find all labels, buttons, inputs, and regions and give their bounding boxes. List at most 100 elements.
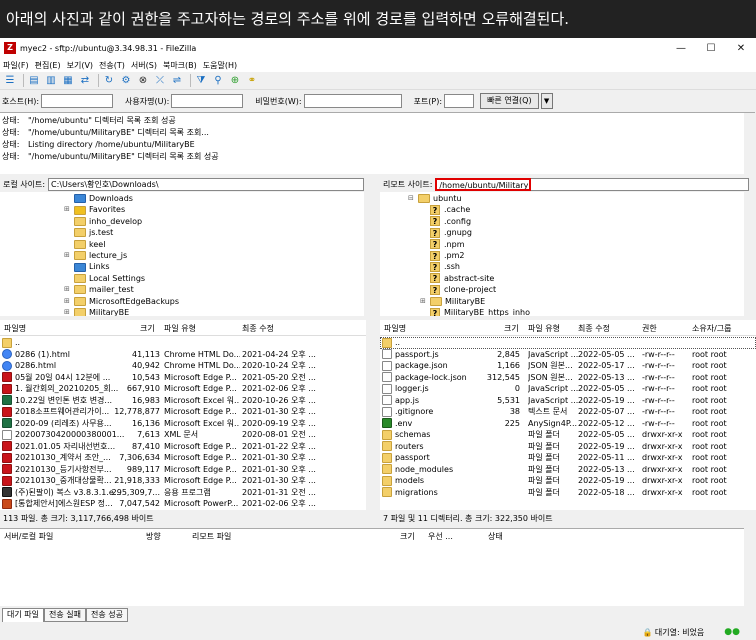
file-row[interactable]: 20210130_계약서 조안_... 7,306,634 Microsoft Ed… (0, 452, 366, 464)
process-queue-icon[interactable]: ⚙ (119, 74, 133, 88)
file-row[interactable]: passport.js 2,845 JavaScript ... 2022-05-05… (380, 349, 756, 361)
file-row[interactable]: models 파일 폴더 2022-05-19 ... drwxr-xr-x root … (380, 475, 756, 487)
filter-icon[interactable]: ⧩ (194, 74, 208, 88)
file-row[interactable]: passport 파일 폴더 2022-05-11 ... drwxr-xr-x roo… (380, 452, 756, 464)
queue-scrollbar[interactable] (744, 528, 755, 606)
close-button[interactable]: ✕ (726, 43, 756, 54)
column-header-type[interactable]: 파일 유형 (528, 323, 560, 334)
tree-item[interactable]: ⊞ MilitaryBE (420, 296, 485, 307)
menu-item-1[interactable]: 편집(E) (32, 60, 64, 71)
remote-tree-scrollbar[interactable] (744, 192, 755, 316)
file-row[interactable]: 1. 월간회의_20210205_회... 667,910 Microsoft Ed… (0, 383, 366, 395)
minimize-button[interactable]: — (666, 43, 696, 54)
remote-site-path[interactable]: /home/ubuntu/MilitaryBE (435, 177, 532, 191)
file-row[interactable]: package-lock.json 312,545 JSON 원본... 2022-0… (380, 372, 756, 384)
local-tree-scrollbar[interactable] (364, 192, 375, 316)
queue-tab[interactable]: 전송 실패 (43, 608, 86, 622)
tree-item[interactable]: ⊞ MilitaryBE (64, 307, 129, 316)
file-row[interactable]: .env 225 AnySign4P... 2022-05-12 ... -rw-r--… (380, 418, 756, 430)
site-manager-icon[interactable]: ☰ (3, 74, 17, 88)
column-header-name[interactable]: 파일명 (384, 323, 406, 334)
password-input[interactable] (303, 94, 402, 108)
port-input[interactable] (444, 94, 475, 108)
host-input[interactable] (41, 94, 114, 108)
tree-item[interactable]: Downloads (64, 193, 133, 204)
file-row[interactable]: .. (380, 337, 756, 349)
username-input[interactable] (171, 94, 244, 108)
file-row[interactable]: node_modules 파일 폴더 2022-05-13 ... drwxr-xr-… (380, 464, 756, 476)
file-row[interactable]: 05월 20일 04시 12분에 ... 10,543 Microsoft Edge… (0, 372, 366, 384)
tree-item[interactable]: ? .pm2 (420, 250, 465, 261)
file-row[interactable]: 20210130_중개대상물확... 21,918,333 Microsoft Ed… (0, 475, 366, 487)
remote-site-path-dropdown[interactable] (531, 177, 750, 191)
expand-icon[interactable]: ⊞ (420, 296, 428, 307)
tree-item[interactable]: js.test (64, 227, 113, 238)
file-row[interactable]: (주)된팔이) 복스 v3.8.3.1.e... 295,309,7... 응용 프… (0, 487, 366, 499)
compare-icon[interactable]: ⚲ (211, 74, 225, 88)
cancel-icon[interactable]: ⊗ (136, 74, 150, 88)
reconnect-icon[interactable]: ⇌ (170, 74, 184, 88)
menu-item-5[interactable]: 북마크(B) (160, 60, 200, 71)
file-row[interactable]: 20210130_등기사항전부... 989,117 Microsoft Edge … (0, 464, 366, 476)
expand-icon[interactable]: ⊞ (64, 307, 72, 316)
tree-item[interactable]: ⊞ mailer_test (64, 284, 134, 295)
menu-item-6[interactable]: 도움말(H) (200, 60, 240, 71)
column-header-modified[interactable]: 최종 수정 (242, 323, 274, 334)
expand-icon[interactable]: ⊞ (64, 250, 72, 261)
expand-icon[interactable]: ⊞ (64, 296, 72, 307)
tree-item[interactable]: ? .cache (420, 204, 470, 216)
file-row[interactable]: 0286 (1).html 41,113 Chrome HTML Do... 2021… (0, 349, 366, 361)
file-row[interactable]: 20200730420000380001... 7,613 XML 문서 2020-0… (0, 429, 366, 441)
queue-column-header[interactable]: 서버/로컬 파일 (4, 531, 53, 542)
menu-item-4[interactable]: 서버(S) (128, 60, 160, 71)
sync-browse-icon[interactable]: ⊕ (228, 74, 242, 88)
expand-icon[interactable]: ⊞ (64, 204, 72, 215)
tree-item[interactable]: ? clone-project (420, 284, 496, 295)
file-row[interactable]: routers 파일 폴더 2022-05-19 ... drwxr-xr-x root… (380, 441, 756, 453)
queue-tab[interactable]: 전송 성공 (85, 608, 128, 622)
file-row[interactable]: 2018소프트웨어관리가이... 12,778,877 Microsoft Edge… (0, 406, 366, 418)
expand-icon[interactable]: ⊟ (408, 193, 416, 204)
quickconnect-dropdown[interactable]: ▼ (540, 93, 553, 109)
menu-item-3[interactable]: 전송(T) (96, 60, 128, 71)
column-header-type[interactable]: 파일 유형 (164, 323, 196, 334)
queue-column-header[interactable]: 상태 (488, 531, 503, 542)
column-header-owner[interactable]: 소유자/그룹 (692, 323, 732, 334)
tree-item[interactable]: ? abstract-site (420, 273, 494, 284)
tree-item[interactable]: keel (64, 239, 105, 250)
queue-tab[interactable]: 대기 파일 (2, 608, 44, 622)
maximize-button[interactable]: ☐ (696, 43, 726, 54)
tree-item[interactable]: ? .gnupg (420, 227, 472, 238)
menu-item-0[interactable]: 파일(F) (0, 60, 32, 71)
refresh-icon[interactable]: ↻ (102, 74, 116, 88)
local-list-scrollbar[interactable] (366, 320, 377, 510)
tree-item[interactable]: ? .config (420, 216, 471, 227)
file-row[interactable]: .gitignore 38 텍스트 문서 2022-05-07 ... -rw-r--r… (380, 406, 756, 418)
tree-item[interactable]: Local Settings (64, 273, 145, 284)
queue-column-header[interactable]: 방향 (146, 531, 161, 542)
queue-column-header[interactable]: 크기 (400, 531, 415, 542)
column-header-size[interactable]: 크기 (140, 323, 155, 334)
toggle-remote-tree-icon[interactable]: ▦ (61, 74, 75, 88)
tree-item[interactable]: ⊟ ubuntu (408, 193, 462, 204)
file-row[interactable]: migrations 파일 폴더 2022-05-18 ... drwxr-xr-x r… (380, 487, 756, 499)
file-row[interactable]: 10.22일 변인톤 변호 변경... 16,983 Microsoft Excel… (0, 395, 366, 407)
file-row[interactable]: 0286.html 40,942 Chrome HTML Do... 2020-10-… (0, 360, 366, 372)
quickconnect-button[interactable]: 빠른 연결(Q) (480, 93, 539, 109)
tree-item[interactable]: ⊞ lecture_js (64, 250, 127, 261)
column-header-perm[interactable]: 권한 (642, 323, 657, 334)
tree-item[interactable]: Links (64, 261, 110, 272)
expand-icon[interactable]: ⊞ (64, 284, 72, 295)
tree-item[interactable]: ⊞ MicrosoftEdgeBackups (64, 296, 179, 307)
tree-item[interactable]: ⊞ Favorites (64, 204, 125, 215)
file-row[interactable]: schemas 파일 폴더 2022-05-05 ... drwxr-xr-x root… (380, 429, 756, 441)
local-site-path[interactable]: C:\Users\황인호\Downloads\ (48, 177, 365, 191)
column-header-name[interactable]: 파일명 (4, 323, 26, 334)
toggle-queue-icon[interactable]: ⇄ (78, 74, 92, 88)
search-icon[interactable]: ⚭ (245, 74, 259, 88)
toggle-local-tree-icon[interactable]: ▥ (44, 74, 58, 88)
menu-item-2[interactable]: 보기(V) (64, 60, 96, 71)
file-row[interactable]: 2021.01.05 자리내선번호... 87,410 Microsoft Edge… (0, 441, 366, 453)
tree-item[interactable]: ? MilitaryBE_https_inho (420, 307, 530, 316)
column-header-modified[interactable]: 최종 수정 (578, 323, 610, 334)
